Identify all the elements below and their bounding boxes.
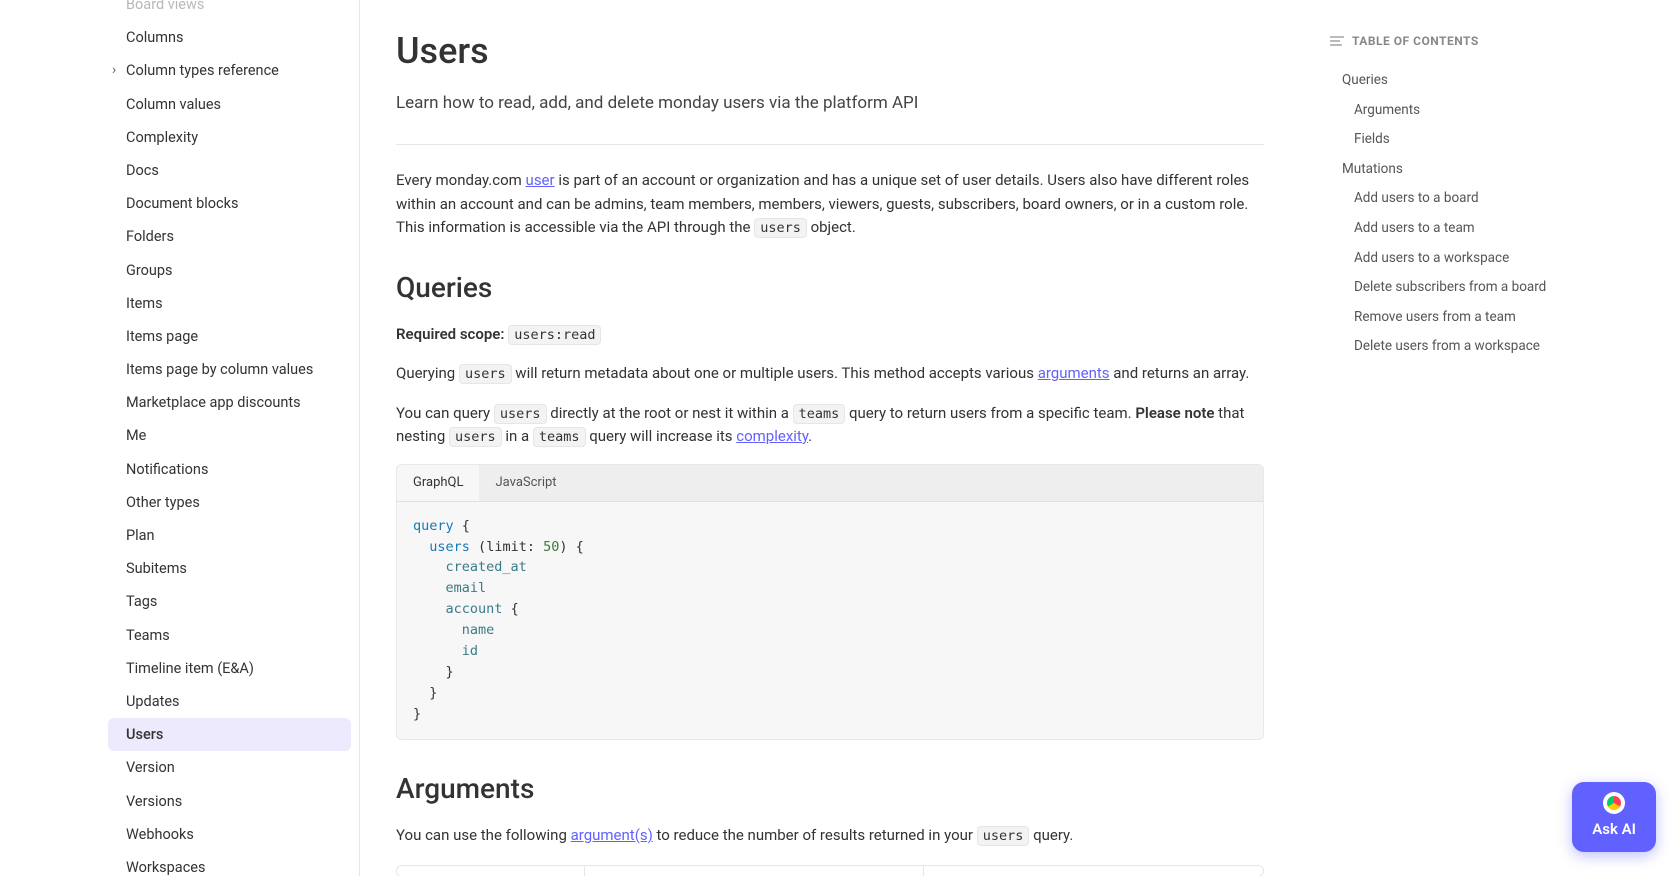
tab-javascript[interactable]: JavaScript — [479, 465, 572, 501]
intro-text: Every monday.com — [396, 171, 526, 189]
tok-query: query — [413, 518, 454, 534]
toc-item-add-users-to-a-board[interactable]: Add users to a board — [1330, 184, 1650, 214]
argument-s-link[interactable]: argument(s) — [571, 826, 653, 844]
code-block: GraphQL JavaScript query { users (limit:… — [396, 464, 1264, 740]
users-code: users — [449, 427, 502, 447]
text: in a — [502, 427, 533, 445]
sidebar-item-columns[interactable]: Columns — [108, 21, 351, 54]
code-tabs: GraphQL JavaScript — [397, 465, 1263, 502]
sidebar-item-me[interactable]: Me — [108, 419, 351, 452]
ask-ai-label: Ask AI — [1592, 818, 1636, 841]
tok-50: 50 — [543, 539, 559, 555]
code-pre[interactable]: query { users (limit: 50) { created_at e… — [397, 502, 1263, 739]
divider — [396, 144, 1264, 145]
toc-item-fields[interactable]: Fields — [1330, 125, 1650, 155]
toc-title-row: TABLE OF CONTENTS — [1330, 32, 1650, 50]
text: and returns an array. — [1110, 364, 1250, 382]
page-subtitle: Learn how to read, add, and delete monda… — [396, 90, 1264, 116]
users-code: users — [459, 364, 512, 384]
sidebar-item-updates[interactable]: Updates — [108, 685, 351, 718]
users-code: users — [977, 826, 1030, 846]
queries-p2: You can query users directly at the root… — [396, 402, 1264, 449]
arguments-p: You can use the following argument(s) to… — [396, 824, 1264, 847]
text: will return metadata about one or multip… — [512, 364, 1038, 382]
toc-item-delete-users-from-a-workspace[interactable]: Delete users from a workspace — [1330, 332, 1650, 362]
toc-item-delete-subscribers-from-a-board[interactable]: Delete subscribers from a board — [1330, 273, 1650, 303]
sidebar-item-users[interactable]: Users — [108, 718, 351, 751]
users-code: users — [754, 218, 807, 238]
scope-paragraph: Required scope: users:read — [396, 323, 1264, 346]
sidebar-item-complexity[interactable]: Complexity — [108, 121, 351, 154]
text: directly at the root or nest it within a — [547, 404, 793, 422]
sidebar-item-items[interactable]: Items — [108, 287, 351, 320]
sidebar-item-column-types-reference[interactable]: Column types reference — [108, 54, 351, 87]
tok-created-at: created_at — [446, 559, 527, 575]
queries-heading: Queries — [396, 267, 1264, 309]
intro-text: object. — [807, 218, 856, 236]
users-code: users — [494, 404, 547, 424]
text: Querying — [396, 364, 459, 382]
tok-users: users — [429, 539, 470, 555]
toc-item-queries[interactable]: Queries — [1330, 66, 1650, 96]
user-link[interactable]: user — [526, 171, 555, 189]
sidebar-item-items-page-by-column-values[interactable]: Items page by column values — [108, 353, 351, 386]
intro-paragraph: Every monday.com user is part of an acco… — [396, 169, 1264, 239]
complexity-link[interactable]: complexity — [736, 427, 808, 445]
tab-graphql[interactable]: GraphQL — [397, 465, 479, 501]
text: . — [808, 427, 812, 445]
sidebar-item-subitems[interactable]: Subitems — [108, 552, 351, 585]
sidebar-item-marketplace-app-discounts[interactable]: Marketplace app discounts — [108, 386, 351, 419]
sidebar-item-versions[interactable]: Versions — [108, 785, 351, 818]
tok-id: id — [462, 643, 478, 659]
toc-item-add-users-to-a-team[interactable]: Add users to a team — [1330, 214, 1650, 244]
monday-logo-icon — [1603, 792, 1625, 814]
sidebar-item-plan[interactable]: Plan — [108, 519, 351, 552]
sidebar-item-other-types[interactable]: Other types — [108, 486, 351, 519]
tok-limit: limit — [486, 539, 527, 555]
page-title: Users — [396, 24, 1264, 78]
sidebar-item-docs[interactable]: Docs — [108, 154, 351, 187]
text: query will increase its — [586, 427, 737, 445]
sidebar-item-timeline-item-e-a-[interactable]: Timeline item (E&A) — [108, 652, 351, 685]
toc-icon — [1330, 36, 1344, 46]
scope-code: users:read — [508, 325, 601, 345]
arguments-link[interactable]: arguments — [1038, 364, 1110, 382]
toc-title: TABLE OF CONTENTS — [1352, 32, 1479, 50]
sidebar-item-tags[interactable]: Tags — [108, 585, 351, 618]
text: query to return users from a specific te… — [845, 404, 1135, 422]
queries-p1: Querying users will return metadata abou… — [396, 362, 1264, 385]
arguments-table — [396, 865, 1264, 876]
sidebar-nav: Board viewsColumnsColumn types reference… — [0, 0, 360, 876]
teams-code: teams — [533, 427, 586, 447]
main-content: Users Learn how to read, add, and delete… — [360, 0, 1300, 876]
text: You can query — [396, 404, 494, 422]
text: to reduce the number of results returned… — [653, 826, 977, 844]
arguments-heading: Arguments — [396, 768, 1264, 810]
scope-label: Required scope: — [396, 325, 504, 343]
sidebar-item-groups[interactable]: Groups — [108, 254, 351, 287]
text: query. — [1029, 826, 1073, 844]
sidebar-item-folders[interactable]: Folders — [108, 220, 351, 253]
toc-item-add-users-to-a-workspace[interactable]: Add users to a workspace — [1330, 244, 1650, 274]
sidebar-item-webhooks[interactable]: Webhooks — [108, 818, 351, 851]
table-of-contents: TABLE OF CONTENTS QueriesArgumentsFields… — [1300, 0, 1680, 876]
sidebar-item-column-values[interactable]: Column values — [108, 88, 351, 121]
sidebar-item-items-page[interactable]: Items page — [108, 320, 351, 353]
toc-item-mutations[interactable]: Mutations — [1330, 155, 1650, 185]
teams-code: teams — [793, 404, 846, 424]
sidebar-item-document-blocks[interactable]: Document blocks — [108, 187, 351, 220]
tok-email: email — [446, 580, 487, 596]
tok-name: name — [462, 622, 495, 638]
sidebar-item-board-views[interactable]: Board views — [108, 0, 351, 21]
sidebar-item-notifications[interactable]: Notifications — [108, 453, 351, 486]
please-note: Please note — [1135, 404, 1214, 422]
sidebar-item-version[interactable]: Version — [108, 751, 351, 784]
sidebar-item-workspaces[interactable]: Workspaces — [108, 851, 351, 876]
ask-ai-button[interactable]: Ask AI — [1572, 782, 1656, 853]
sidebar-item-teams[interactable]: Teams — [108, 619, 351, 652]
text: You can use the following — [396, 826, 571, 844]
toc-item-arguments[interactable]: Arguments — [1330, 96, 1650, 126]
toc-item-remove-users-from-a-team[interactable]: Remove users from a team — [1330, 303, 1650, 333]
tok-account: account — [446, 601, 503, 617]
